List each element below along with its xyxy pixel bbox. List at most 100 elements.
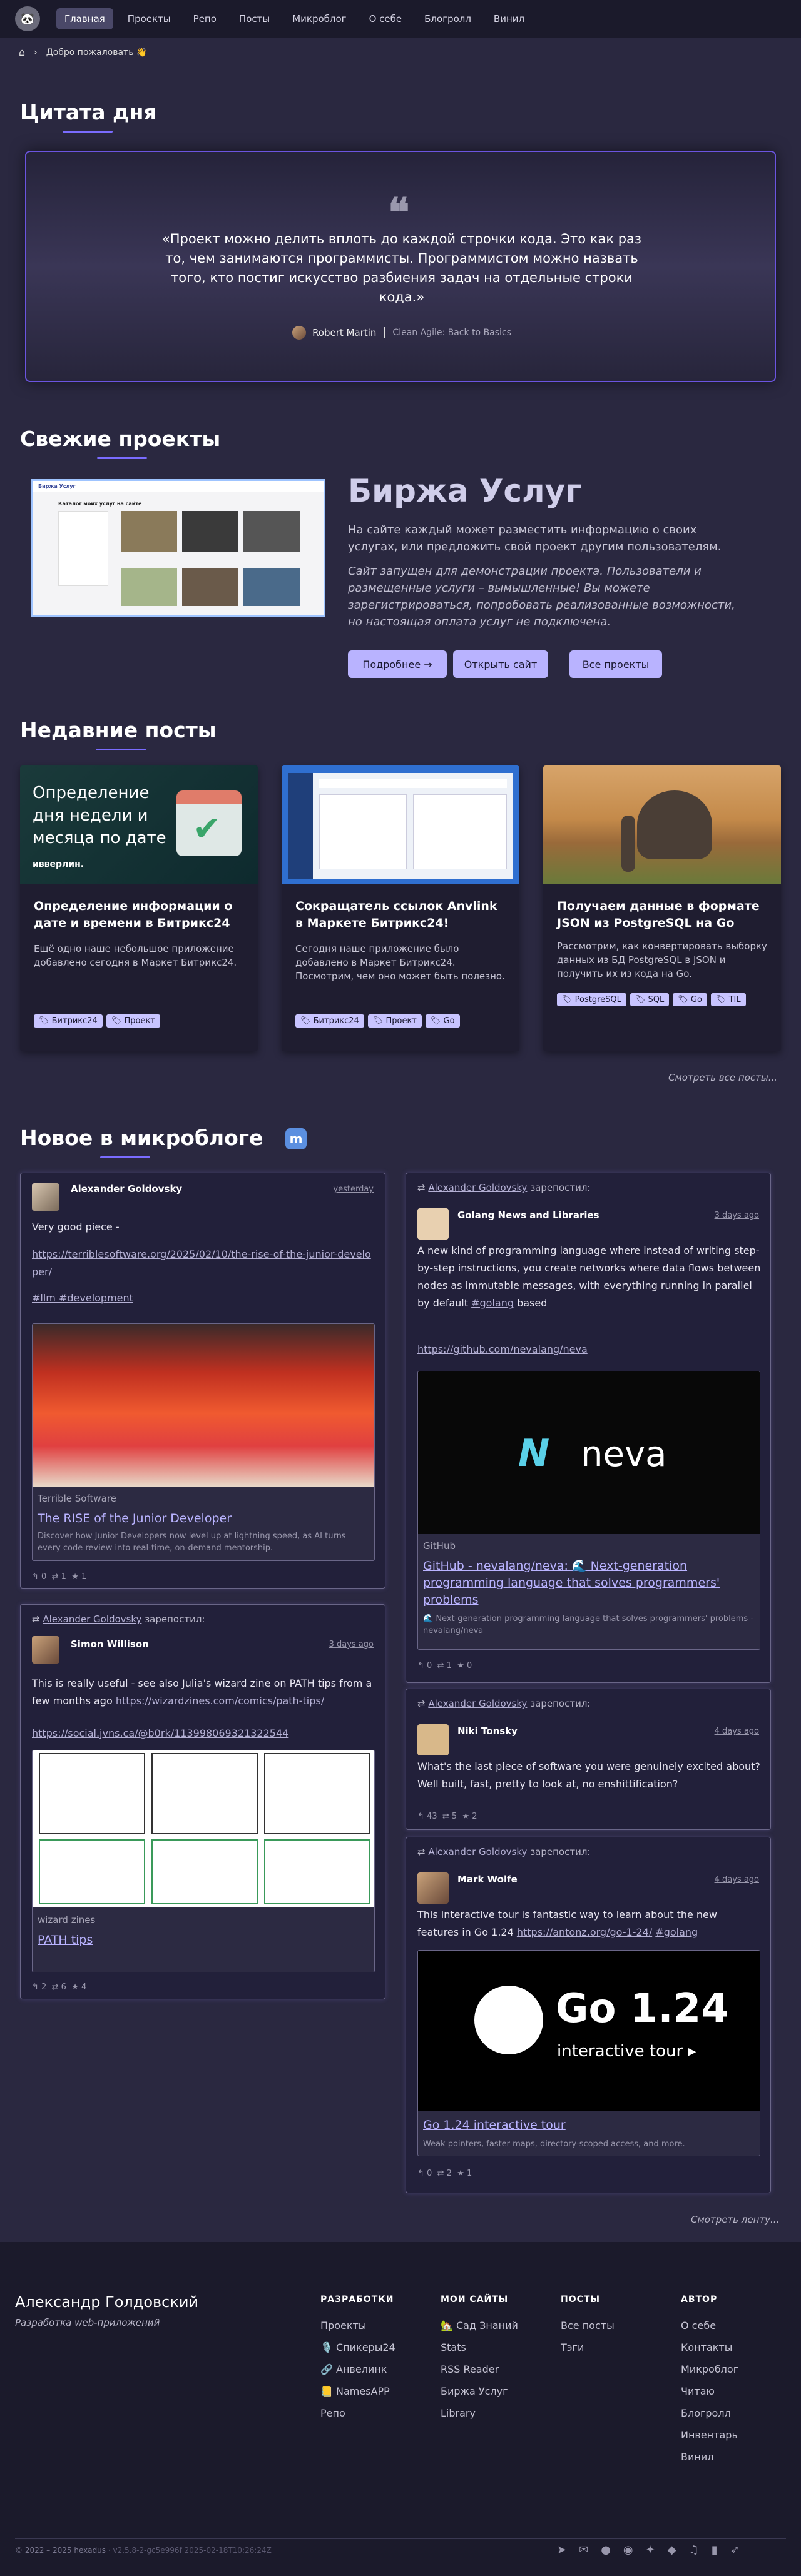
avatar[interactable] [417,1872,449,1904]
post-author[interactable]: Golang News and Libraries [457,1210,599,1221]
avatar-logo[interactable]: 🐼 [15,6,40,31]
footer-link[interactable]: Library [441,2407,518,2419]
post-title[interactable]: Сокращатель ссылок Anvlink в Маркете Бит… [295,898,508,932]
nav-projects[interactable]: Проекты [120,8,179,29]
nav-blogroll[interactable]: Блогролл [416,8,479,29]
footer-link[interactable]: Репо [320,2407,395,2419]
link-card[interactable]: Terrible Software The RISE of the Junior… [32,1323,375,1561]
vk-icon[interactable]: ◆ [668,2543,676,2557]
link-card[interactable]: wizard zines PATH tips [32,1750,375,1972]
footer-link[interactable]: Читаю [681,2385,738,2397]
tag[interactable]: 🏷 Битрикс24 [295,1014,364,1028]
link-card[interactable]: N neva GitHub GitHub - nevalang/neva: 🌊 … [417,1371,760,1650]
footer-link[interactable]: Все посты [561,2320,615,2331]
microblog-feed-link[interactable]: Смотреть ленту... [691,2214,779,2225]
star-icon[interactable]: ★ [462,1812,469,1821]
tag[interactable]: 🏷 Go [673,993,707,1006]
boost-icon[interactable]: ⇄ [52,1983,59,1992]
avatar[interactable] [32,1183,59,1211]
footer-link[interactable]: Винил [681,2451,738,2463]
star-icon[interactable]: ★ [71,1572,79,1582]
tag[interactable]: 🏷 SQL [630,993,670,1006]
star-icon[interactable]: ★ [457,1661,464,1670]
boost-icon[interactable]: ⇄ [442,1812,449,1821]
github-icon[interactable]: ● [601,2543,611,2557]
post-author[interactable]: Mark Wolfe [457,1874,518,1885]
post-date[interactable]: 4 days ago [715,1727,759,1736]
all-projects-button[interactable]: Все проекты [569,650,662,678]
footer-link[interactable]: Инвентарь [681,2429,738,2441]
footer-link[interactable]: Проекты [320,2320,395,2331]
tag[interactable]: 🏷 Битрикс24 [34,1014,103,1028]
post-card[interactable]: Определение дня недели и месяца по дате … [20,765,258,1051]
lastfm-icon[interactable]: ♫ [689,2543,699,2557]
footer-link[interactable]: 🎙️ Спикеры24 [320,2341,395,2353]
post-card[interactable]: Получаем данные в формате JSON из Postgr… [543,765,781,1051]
post-card[interactable]: Сокращатель ссылок Anvlink в Маркете Бит… [282,765,519,1051]
nav-microblog[interactable]: Микроблог [284,8,354,29]
post-title[interactable]: Получаем данные в формате JSON из Postgr… [557,898,770,932]
all-posts-link[interactable]: Смотреть все посты... [668,1072,777,1083]
star-icon[interactable]: ★ [71,1983,79,1992]
footer-link[interactable]: Контакты [681,2341,738,2353]
footer-link[interactable]: 📒 NamesAPP [320,2385,395,2397]
mail-icon[interactable]: ✉ [579,2543,588,2557]
footer-link[interactable]: Биржа Услуг [441,2385,518,2397]
post-title[interactable]: Определение информации о дате и времени … [34,898,247,932]
reposter-link[interactable]: Alexander Goldovsky [43,1614,141,1625]
footer-link[interactable]: Тэги [561,2341,615,2353]
reply-icon[interactable]: ↰ [417,1812,424,1821]
nav-about[interactable]: О себе [361,8,411,29]
project-screenshot[interactable]: Биржа Услуг Каталог моих услуг на сайте [31,479,325,617]
tag[interactable]: 🏷 Проект [367,1014,422,1028]
footer-link[interactable]: 🏡 Сад Знаний [441,2320,518,2331]
post-link[interactable]: https://wizardzines.com/comics/path-tips… [116,1695,324,1707]
link-title[interactable]: PATH tips [38,1932,93,1949]
nav-home[interactable]: Главная [56,8,113,29]
nav-posts[interactable]: Посты [231,8,278,29]
nav-vinyl[interactable]: Винил [486,8,533,29]
post-link[interactable]: https://terriblesoftware.org/2025/02/10/… [32,1246,376,1281]
reply-icon[interactable]: ↰ [32,1983,39,1992]
details-button[interactable]: Подробнее → [348,650,447,678]
avatar[interactable] [32,1636,59,1664]
post-date[interactable]: 4 days ago [715,1875,759,1884]
reposter-link[interactable]: Alexander Goldovsky [428,1182,527,1193]
open-site-button[interactable]: Открыть сайт [453,650,548,678]
avatar[interactable] [417,1208,449,1240]
send-icon[interactable]: ➶ [730,2543,740,2557]
telegram-icon[interactable]: ➤ [557,2543,566,2557]
footer-link[interactable]: О себе [681,2320,738,2331]
home-icon[interactable]: ⌂ [19,46,25,58]
post-date[interactable]: yesterday [333,1184,374,1194]
post-hashtags[interactable]: #llm #development [32,1290,133,1307]
boost-icon[interactable]: ⇄ [437,2169,444,2178]
footer-link[interactable]: Микроблог [681,2363,738,2375]
boost-icon[interactable]: ⇄ [437,1661,444,1670]
link-title[interactable]: GitHub - nevalang/neva: 🌊 Next-generatio… [423,1558,755,1609]
mastodon-icon[interactable]: ◉ [623,2543,633,2557]
post-author[interactable]: Alexander Goldovsky [71,1183,182,1195]
post-date[interactable]: 3 days ago [329,1640,374,1649]
bluesky-icon[interactable]: ✦ [646,2543,655,2557]
hashtag[interactable]: #golang [655,1926,698,1938]
avatar[interactable] [417,1724,449,1755]
mastodon-icon[interactable]: m [285,1128,307,1149]
reposter-link[interactable]: Alexander Goldovsky [428,1698,527,1709]
footer-link[interactable]: Stats [441,2341,518,2353]
boost-icon[interactable]: ⇄ [52,1572,59,1582]
star-icon[interactable]: ★ [457,2169,464,2178]
post-author[interactable]: Simon Willison [71,1639,149,1650]
stats-icon[interactable]: ▮ [712,2543,718,2557]
post-link[interactable]: https://social.jvns.ca/@b0rk/11399806932… [32,1725,288,1742]
footer-link[interactable]: Блогролл [681,2407,738,2419]
post-link[interactable]: https://github.com/nevalang/neva [417,1341,588,1358]
post-link[interactable]: https://antonz.org/go-1-24/ [517,1926,652,1938]
tag[interactable]: 🏷 Проект [106,1014,160,1028]
nav-repo[interactable]: Репо [185,8,225,29]
reply-icon[interactable]: ↰ [417,1661,424,1670]
link-title[interactable]: The RISE of the Junior Developer [38,1510,232,1527]
reposter-link[interactable]: Alexander Goldovsky [428,1846,527,1857]
tag[interactable]: 🏷 PostgreSQL [557,993,626,1006]
post-author[interactable]: Niki Tonsky [457,1725,518,1737]
